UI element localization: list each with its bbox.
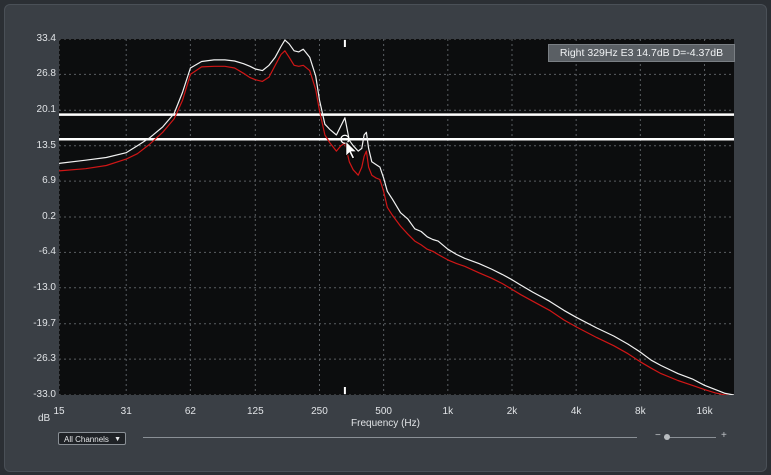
channels-dropdown[interactable]: All Channels ▼	[58, 432, 126, 445]
y-tick-label: 0.2	[42, 211, 56, 222]
x-tick-label: 16k	[696, 406, 713, 417]
y-tick-label: -26.3	[33, 353, 56, 365]
spectrum-plot[interactable]	[59, 39, 734, 395]
x-tick-label: 250	[311, 406, 328, 417]
x-tick-label: 500	[375, 406, 392, 417]
x-tick-label: 62	[184, 406, 196, 417]
range-scrollbar[interactable]	[143, 437, 637, 438]
x-tick-label: 2k	[506, 406, 518, 417]
y-tick-label: -6.4	[38, 246, 56, 258]
x-tick-label: 8k	[635, 406, 646, 417]
y-tick-label: 33.4	[36, 33, 56, 44]
y-tick-label: 13.5	[36, 139, 56, 151]
channels-dropdown-label: All Channels	[64, 435, 109, 444]
zoom-slider-handle[interactable]	[664, 434, 670, 440]
x-tick-label: 15	[53, 406, 65, 417]
x-tick-label: 31	[120, 406, 132, 417]
x-tick-label: 4k	[570, 406, 582, 417]
y-tick-label: -33.0	[33, 389, 56, 400]
zoom-slider-track[interactable]	[664, 437, 716, 438]
zoom-out-button[interactable]: −	[655, 430, 661, 441]
x-tick-label: 125	[246, 406, 264, 417]
top-cursor-tick	[343, 40, 346, 47]
x-tick-label: 1k	[442, 406, 454, 417]
cursor-readout: Right 329Hz E3 14.7dB D=-4.37dB	[548, 44, 735, 62]
x-axis-title: Frequency (Hz)	[351, 418, 420, 429]
y-tick-label: -19.7	[33, 317, 56, 329]
y-tick-label: -13.0	[33, 281, 56, 293]
y-tick-label: 20.1	[36, 104, 56, 116]
y-tick-label: 6.9	[42, 175, 56, 187]
bottom-cursor-tick	[343, 387, 346, 394]
chevron-down-icon: ▼	[114, 436, 121, 443]
y-tick-label: 26.8	[36, 68, 56, 80]
zoom-in-button[interactable]: +	[721, 430, 727, 441]
